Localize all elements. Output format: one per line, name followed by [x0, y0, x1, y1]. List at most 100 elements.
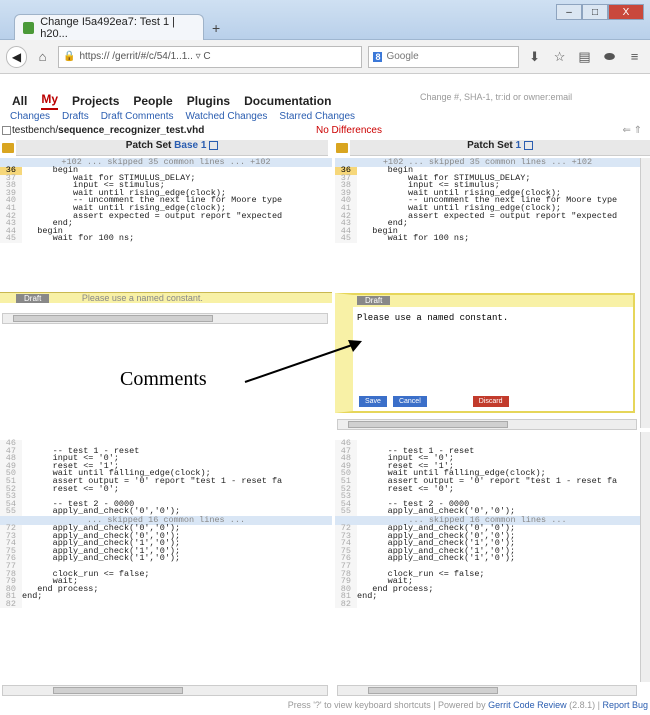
line-number[interactable]: 82 [0, 600, 22, 609]
code-line[interactable]: 45 wait for 100 ns; [335, 233, 640, 244]
gerrit-link[interactable]: Gerrit Code Review [488, 700, 567, 710]
code-line[interactable]: 80 end process; [335, 585, 640, 594]
scrollbar-thumb[interactable] [368, 687, 498, 694]
cancel-button[interactable]: Cancel [392, 396, 427, 407]
horizontal-scrollbar[interactable] [2, 313, 328, 324]
new-tab-button[interactable]: + [212, 20, 220, 36]
address-bar[interactable]: 🔒 https:// /gerrit/#/c/54/1..1.. ▿ C [58, 45, 363, 68]
left-comment-strip[interactable]: Draft Please use a named constant. [0, 292, 332, 303]
close-button[interactable]: X [608, 4, 644, 20]
lock-icon: 🔒 [63, 51, 76, 62]
scrollbar-thumb[interactable] [53, 687, 183, 694]
draft-label: Draft [16, 294, 50, 303]
page-footer: Press '?' to view keyboard shortcuts | P… [0, 700, 650, 715]
code-line[interactable]: 82 [0, 600, 332, 609]
comment-preview: Please use a named constant. [81, 293, 203, 303]
code-text: apply_and_check('1','0'); [22, 553, 181, 564]
submenu-changes[interactable]: Changes [10, 111, 50, 122]
menu-people[interactable]: People [133, 94, 172, 108]
horizontal-scrollbar[interactable] [337, 419, 637, 430]
code-line[interactable]: 82 [335, 600, 640, 609]
download-icon[interactable] [523, 140, 533, 150]
menu-projects[interactable]: Projects [72, 94, 119, 108]
pane-spacer [0, 432, 332, 440]
line-number[interactable]: 55 [0, 507, 22, 516]
code-line[interactable]: 45 wait for 100 ns; [0, 233, 332, 244]
annotation-label: Comments [120, 368, 207, 390]
scrollbar-thumb[interactable] [13, 315, 213, 322]
download-icon[interactable]: ⬇ [525, 49, 544, 65]
gerrit-submenu: Changes Drafts Draft Comments Watched Ch… [10, 111, 355, 122]
report-bug-link[interactable]: Report Bug [602, 700, 648, 710]
annotation-arrow [244, 340, 362, 383]
code-line[interactable]: 76 apply_and_check('1','0'); [0, 553, 332, 564]
hamburger-menu-icon[interactable]: ≡ [625, 49, 644, 64]
line-number[interactable]: 45 [335, 234, 357, 243]
address-url: https:// /gerrit/#/c/54/1..1.. ▿ C [79, 51, 211, 62]
search-bar[interactable]: 8 Google [368, 45, 520, 68]
back-arrow-icon[interactable]: ◀ [6, 45, 27, 68]
download-icon[interactable] [209, 140, 219, 150]
comment-editor: Draft Please use a named constant. Save … [335, 293, 635, 413]
nav-arrows[interactable]: ⇐ ⇑ [622, 125, 642, 136]
tab-title: Change I5a492ea7: Test 1 | h20... [40, 15, 175, 40]
right-code-pane-top[interactable]: +102 ... skipped 35 common lines ... +10… [335, 158, 640, 290]
footer-version: (2.8.1) | [566, 700, 603, 710]
left-code-pane-top[interactable]: +102 ... skipped 35 common lines ... +10… [0, 158, 332, 290]
code-text: wait for 100 ns; [22, 233, 135, 244]
menu-plugins[interactable]: Plugins [187, 94, 230, 108]
left-patchset-num[interactable]: 1 [201, 140, 207, 151]
change-search-input[interactable]: Change #, SHA-1, tr:id or owner:email [420, 92, 640, 108]
line-number[interactable]: 82 [335, 600, 357, 609]
left-code-pane-bottom[interactable]: 46 47 -- test 1 - reset 48 input <= '0'; 49… [0, 432, 332, 682]
vertical-scrollbar[interactable] [640, 158, 650, 428]
code-line[interactable]: 81 end; [335, 592, 640, 601]
code-line[interactable]: 52 reset <= '0'; [335, 485, 640, 494]
save-button[interactable]: Save [359, 396, 387, 407]
code-line[interactable]: 81 end; [0, 592, 332, 601]
horizontal-scrollbar[interactable] [2, 685, 328, 696]
browser-tab[interactable]: Change I5a492ea7: Test 1 | h20... [14, 14, 204, 40]
comment-editor-header: Draft [353, 295, 633, 307]
pane-spacer [335, 432, 640, 440]
vertical-scrollbar[interactable] [640, 432, 650, 682]
bookmark-star-icon[interactable]: ☆ [550, 49, 569, 65]
code-text: reset <= '0'; [22, 483, 119, 494]
submenu-starred-changes[interactable]: Starred Changes [279, 111, 355, 122]
right-code-pane-bottom[interactable]: 46 47 -- test 1 - reset 48 input <= '0'; 49… [335, 432, 640, 682]
gerrit-favicon-icon [23, 21, 35, 34]
bookmarks-list-icon[interactable]: ▤ [575, 49, 594, 65]
horizontal-scrollbar[interactable] [337, 685, 637, 696]
menu-all[interactable]: All [12, 94, 27, 108]
line-number[interactable]: 55 [335, 507, 357, 516]
submenu-draft-comments[interactable]: Draft Comments [101, 111, 174, 122]
draft-label: Draft [357, 296, 391, 305]
browser-navbar: ◀ ⌂ 🔒 https:// /gerrit/#/c/54/1..1.. ▿ C… [0, 40, 650, 74]
folder-icon[interactable] [336, 143, 348, 153]
line-number[interactable]: 45 [0, 234, 22, 243]
pocket-icon[interactable]: ⬬ [600, 49, 619, 65]
search-placeholder: Google [386, 51, 419, 62]
file-path[interactable]: testbench/sequence_recognizer_test.vhd [12, 125, 204, 136]
reviewed-checkbox[interactable] [2, 126, 11, 135]
submenu-watched-changes[interactable]: Watched Changes [186, 111, 268, 122]
minimize-button[interactable]: – [556, 4, 582, 20]
code-line[interactable]: 80 end process; [0, 585, 332, 594]
folder-icon[interactable] [2, 143, 14, 153]
right-patchset-header: Patch Set 1 [350, 140, 650, 156]
code-line[interactable]: 76 apply_and_check('1','0'); [335, 553, 640, 564]
footer-text: Press '?' to view keyboard shortcuts | P… [287, 700, 489, 710]
right-patchset-num[interactable]: 1 [516, 140, 522, 151]
menu-documentation[interactable]: Documentation [244, 94, 331, 108]
code-text: wait for 100 ns; [357, 233, 470, 244]
maximize-button[interactable]: □ [582, 4, 608, 20]
comment-textarea[interactable]: Please use a named constant. [357, 313, 627, 383]
code-text: apply_and_check('1','0'); [357, 553, 516, 564]
submenu-drafts[interactable]: Drafts [62, 111, 89, 122]
discard-button[interactable]: Discard [472, 396, 509, 407]
scrollbar-thumb[interactable] [348, 421, 508, 428]
home-icon[interactable]: ⌂ [33, 49, 52, 64]
left-patchset-base-link[interactable]: Base [174, 140, 198, 151]
menu-my[interactable]: My [41, 92, 59, 110]
code-line[interactable]: 52 reset <= '0'; [0, 483, 332, 494]
